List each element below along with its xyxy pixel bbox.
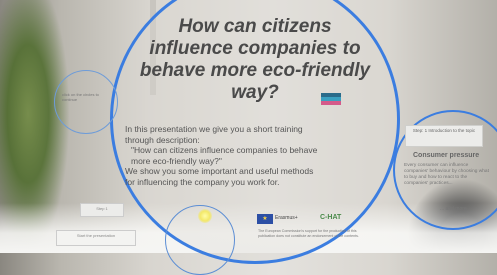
right-body: Every consumer can influence companies' … bbox=[404, 163, 489, 186]
light-icon bbox=[198, 209, 212, 223]
project-logo: C-HAT bbox=[320, 214, 342, 221]
right-footer: ... and more bbox=[440, 206, 467, 212]
start-box[interactable]: Start the presentation bbox=[56, 230, 136, 246]
step-box[interactable]: Step 1 bbox=[80, 203, 124, 217]
intro-quote: more eco-friendly way?" bbox=[131, 155, 222, 166]
flag-icon bbox=[321, 93, 341, 105]
title-line: How can citizens bbox=[178, 16, 332, 37]
right-badge: Step: 1 Introduction to the topic bbox=[405, 125, 483, 147]
intro-line: In this presentation we give you a short… bbox=[125, 124, 303, 134]
intro-text: In this presentation we give you a short… bbox=[125, 124, 390, 187]
eu-stars-icon: ★ bbox=[262, 216, 268, 222]
right-heading: Consumer pressure bbox=[413, 152, 480, 159]
disclaimer-text: The European Commission's support for th… bbox=[258, 229, 359, 238]
title-line: influence companies to bbox=[149, 38, 361, 59]
nav-circle-left[interactable] bbox=[54, 70, 118, 134]
intro-line: We show you some important and useful me… bbox=[125, 166, 314, 176]
intro-line: through description: bbox=[125, 134, 200, 145]
intro-line: for influencing the company you work for… bbox=[125, 176, 280, 187]
left-note: click on the circles to continue bbox=[62, 92, 99, 102]
slide-title: How can citizens influence companies to … bbox=[120, 16, 390, 104]
title-line: behave more eco-friendly bbox=[139, 60, 371, 81]
intro-quote: "How can citizens influence companies to… bbox=[131, 145, 318, 155]
title-line: way? bbox=[231, 82, 279, 103]
erasmus-logo: Erasmus+ bbox=[275, 215, 298, 221]
